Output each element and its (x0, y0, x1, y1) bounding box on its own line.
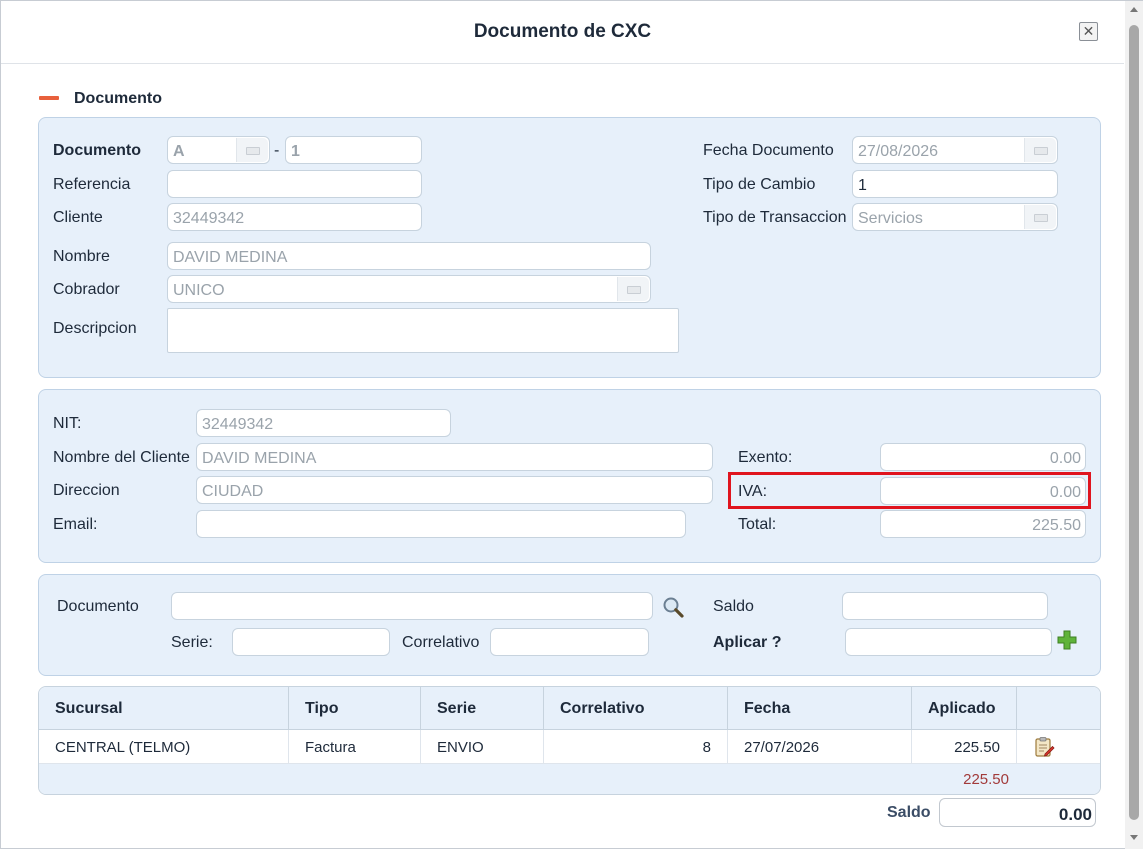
direccion-input[interactable]: CIUDAD (196, 476, 713, 504)
saldo-total-field[interactable]: 0.00 (939, 798, 1096, 827)
apply-saldo-label: Saldo (713, 598, 754, 615)
cobrador-value: UNICO (173, 282, 225, 299)
column-header-correlativo[interactable]: Correlativo (544, 687, 728, 730)
documento-separator: - (274, 142, 280, 159)
section-title: Documento (74, 90, 162, 107)
scroll-down-arrow-icon[interactable] (1130, 835, 1138, 840)
fecha-documento-value: 27/08/2026 (858, 143, 939, 160)
tipo-transaccion-dropdown-button[interactable] (1024, 205, 1056, 229)
nombre-input[interactable]: DAVID MEDINA (167, 242, 651, 270)
numero-input[interactable]: 1 (285, 136, 422, 164)
serie-value: A (173, 143, 185, 160)
cobrador-label: Cobrador (53, 281, 120, 298)
nombre-label: Nombre (53, 248, 110, 265)
cliente-input[interactable]: 32449342 (167, 203, 422, 231)
referencia-label: Referencia (53, 176, 131, 193)
apply-documento-input[interactable] (171, 592, 653, 620)
serie-select[interactable]: A (167, 136, 270, 164)
applied-documents-table: Sucursal Tipo Serie Correlativo Fecha Ap… (38, 686, 1101, 795)
aplicar-input[interactable] (845, 628, 1052, 656)
cell-aplicado: 225.50 (912, 730, 1017, 764)
column-header-tipo[interactable]: Tipo (289, 687, 421, 730)
tipo-cambio-label: Tipo de Cambio (703, 176, 816, 193)
cell-tipo: Factura (289, 730, 421, 764)
search-icon[interactable] (661, 595, 685, 619)
apply-panel (38, 574, 1101, 676)
cell-actions (1017, 730, 1100, 764)
documento-label: Documento (53, 142, 141, 159)
exento-input[interactable]: 0.00 (880, 443, 1086, 471)
descripcion-label: Descripcion (53, 320, 137, 337)
tipo-transaccion-select[interactable]: Servicios (852, 203, 1058, 231)
referencia-input[interactable] (167, 170, 422, 198)
saldo-label: Saldo (887, 804, 931, 821)
email-input[interactable] (196, 510, 686, 538)
cliente-label: Cliente (53, 209, 103, 226)
total-aplicado: 225.50 (963, 771, 1009, 788)
serie-dropdown-button[interactable] (236, 138, 268, 162)
scroll-thumb[interactable] (1129, 25, 1139, 820)
total-input[interactable]: 225.50 (880, 510, 1086, 538)
fecha-documento-label: Fecha Documento (703, 142, 834, 159)
apply-documento-label: Documento (57, 598, 139, 615)
total-label: Total: (738, 516, 777, 533)
table-footer: 225.50 (39, 764, 1100, 794)
dialog-title: Documento de CXC (473, 21, 652, 42)
table-header: Sucursal Tipo Serie Correlativo Fecha Ap… (39, 687, 1100, 730)
edit-clipboard-icon[interactable] (1033, 736, 1055, 758)
apply-correlativo-label: Correlativo (402, 634, 480, 651)
direccion-label: Direccion (53, 482, 120, 499)
exento-label: Exento: (738, 449, 793, 466)
column-header-aplicado[interactable]: Aplicado (912, 687, 1017, 730)
nombre-cliente-input[interactable]: DAVID MEDINA (196, 443, 713, 471)
cell-correlativo: 8 (544, 730, 728, 764)
tipo-cambio-input[interactable]: 1 (852, 170, 1058, 198)
aplicar-label: Aplicar ? (713, 634, 782, 651)
column-header-fecha[interactable]: Fecha (728, 687, 912, 730)
cxc-document-dialog: Documento de CXC ✕ Documento Documento A… (0, 0, 1143, 849)
vertical-scrollbar[interactable] (1125, 1, 1143, 849)
cell-serie: ENVIO (421, 730, 544, 764)
fecha-calendar-button[interactable] (1024, 138, 1056, 162)
dropdown-icon (246, 147, 260, 155)
fecha-documento-picker[interactable]: 27/08/2026 (852, 136, 1058, 164)
scroll-up-arrow-icon[interactable] (1130, 7, 1138, 12)
tipo-transaccion-value: Servicios (858, 210, 923, 227)
cell-fecha: 27/07/2026 (728, 730, 912, 764)
dropdown-icon (1034, 214, 1048, 222)
cobrador-dropdown-button[interactable] (617, 277, 649, 301)
column-header-sucursal[interactable]: Sucursal (39, 687, 289, 730)
nombre-cliente-label: Nombre del Cliente (53, 449, 190, 466)
iva-highlight-box (728, 472, 1091, 509)
apply-saldo-input[interactable] (842, 592, 1048, 620)
calendar-icon (1034, 147, 1048, 155)
add-plus-icon[interactable] (1057, 630, 1077, 650)
column-header-serie[interactable]: Serie (421, 687, 544, 730)
collapse-minus-icon[interactable] (39, 96, 59, 100)
email-label: Email: (53, 516, 98, 533)
nit-input[interactable]: 32449342 (196, 409, 451, 437)
dropdown-icon (627, 286, 641, 294)
nit-label: NIT: (53, 415, 82, 432)
close-icon[interactable]: ✕ (1079, 22, 1098, 41)
apply-serie-label: Serie: (171, 634, 213, 651)
dialog-titlebar: Documento de CXC ✕ (1, 1, 1124, 64)
apply-correlativo-input[interactable] (490, 628, 649, 656)
tipo-transaccion-label: Tipo de Transaccion (703, 209, 847, 226)
cobrador-select[interactable]: UNICO (167, 275, 651, 303)
apply-serie-input[interactable] (232, 628, 390, 656)
cell-sucursal: CENTRAL (TELMO) (39, 730, 289, 764)
descripcion-textarea[interactable] (167, 308, 679, 353)
